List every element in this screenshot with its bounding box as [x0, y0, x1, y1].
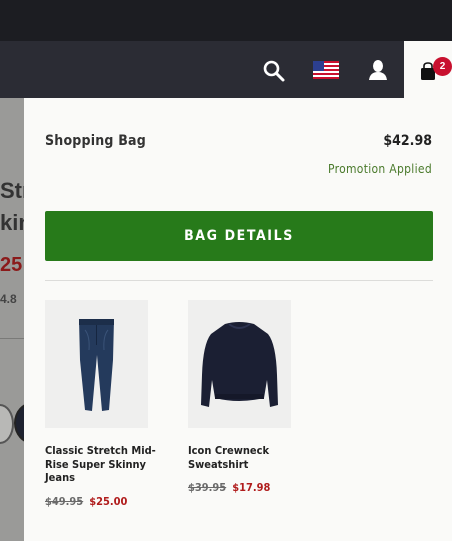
bg-title-line1: Str [0, 178, 24, 203]
bg-price: 25 [0, 254, 23, 276]
divider [45, 280, 433, 281]
sale-price: $25.00 [89, 494, 128, 508]
bg-color-swatch [14, 402, 24, 444]
bag-item[interactable]: Classic Stretch Mid-Rise Super Skinny Je… [45, 300, 165, 508]
bg-title-line2: kin [0, 210, 24, 235]
original-price: $39.95 [188, 481, 227, 494]
user-icon[interactable] [366, 57, 390, 83]
background-product-page: Str kin 25 4.8 [0, 98, 24, 541]
bag-total: $42.98 [383, 133, 432, 149]
bg-rating: 4.8 [0, 292, 17, 306]
item-prices: $39.95 $17.98 [188, 481, 308, 494]
item-name[interactable]: Icon Crewneck Sweatshirt [188, 444, 308, 471]
bg-divider [0, 338, 24, 339]
bg-color-swatch [0, 404, 14, 444]
jeans-image[interactable] [45, 300, 148, 428]
original-price: $49.95 [45, 494, 84, 508]
item-name[interactable]: Classic Stretch Mid-Rise Super Skinny Je… [45, 444, 165, 485]
top-strip [0, 0, 452, 41]
bag-title: Shopping Bag [45, 133, 146, 149]
bag-item[interactable]: Icon Crewneck Sweatshirt $39.95 $17.98 [188, 300, 308, 494]
item-prices: $49.95 $25.00 [45, 495, 165, 508]
bag-count-badge: 2 [433, 57, 452, 76]
sale-price: $17.98 [232, 481, 271, 494]
promotion-status: Promotion Applied [328, 162, 432, 176]
search-icon[interactable] [260, 57, 288, 85]
bag-details-button[interactable]: BAG DETAILS [45, 211, 433, 261]
us-flag-icon[interactable] [313, 60, 339, 79]
sweatshirt-image[interactable] [188, 300, 291, 428]
